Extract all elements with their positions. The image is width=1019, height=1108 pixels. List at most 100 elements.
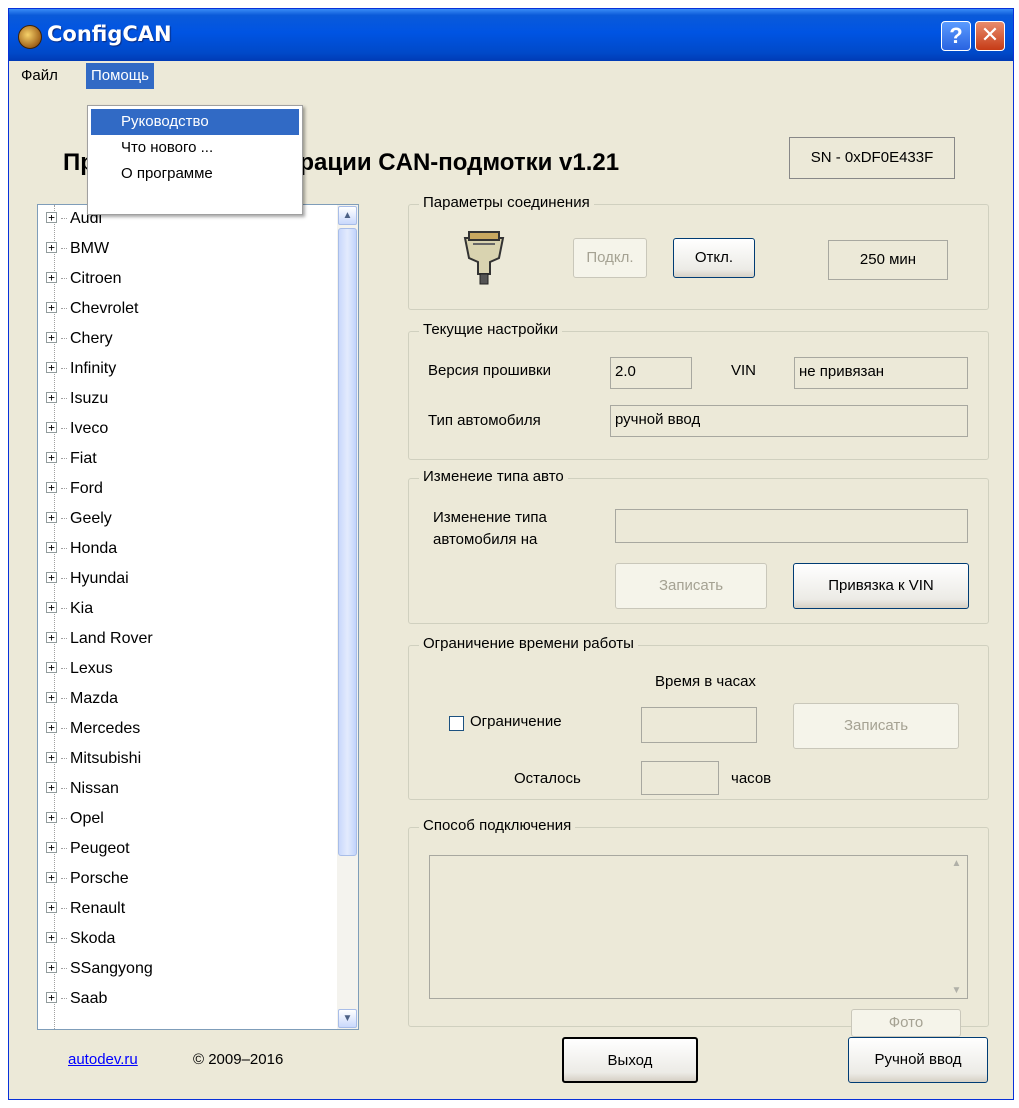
tree-item[interactable]: + Chevrolet <box>46 296 138 322</box>
tree-item[interactable]: + Fiat <box>46 446 97 472</box>
expand-plus-icon[interactable]: + <box>46 452 57 464</box>
close-icon[interactable]: ✕ <box>975 21 1005 51</box>
help-menu-item[interactable]: Что нового ... <box>88 135 302 161</box>
tree-item[interactable]: + Isuzu <box>46 386 108 412</box>
tree-item[interactable]: + Peugeot <box>46 836 130 862</box>
exit-button[interactable]: Выход <box>562 1037 698 1083</box>
tree-item[interactable]: + Infinity <box>46 356 116 382</box>
expand-plus-icon[interactable]: + <box>46 482 57 494</box>
title-bar[interactable]: ConfigCAN ? ✕ <box>9 9 1013 61</box>
tree-connector <box>61 878 67 880</box>
expand-plus-icon[interactable]: + <box>46 692 57 704</box>
expand-plus-icon[interactable]: + <box>46 302 57 314</box>
expand-plus-icon[interactable]: + <box>46 752 57 764</box>
menu-file[interactable]: Файл <box>16 63 63 89</box>
tree-connector <box>61 968 67 970</box>
limit-checkbox[interactable] <box>449 716 464 731</box>
expand-plus-icon[interactable]: + <box>46 542 57 554</box>
tree-item[interactable]: + Hyundai <box>46 566 129 592</box>
expand-plus-icon[interactable]: + <box>46 992 57 1004</box>
website-link[interactable]: autodev.ru <box>68 1051 138 1068</box>
tree-item[interactable]: + Geely <box>46 506 112 532</box>
write-car-type-button[interactable]: Записать <box>615 563 767 609</box>
expand-plus-icon[interactable]: + <box>46 512 57 524</box>
expand-plus-icon[interactable]: + <box>46 242 57 254</box>
tree-item[interactable]: + Mercedes <box>46 716 140 742</box>
expand-plus-icon[interactable]: + <box>46 812 57 824</box>
tree-item[interactable]: + Chery <box>46 326 113 352</box>
expand-plus-icon[interactable]: + <box>46 722 57 734</box>
expand-plus-icon[interactable]: + <box>46 332 57 344</box>
limit-label[interactable]: Ограничение <box>470 713 562 730</box>
tree-connector <box>61 428 67 430</box>
tree-connector <box>61 698 67 700</box>
expand-plus-icon[interactable]: + <box>46 422 57 434</box>
tree-item[interactable]: + Porsche <box>46 866 129 892</box>
help-menu-item[interactable]: О программе <box>88 161 302 187</box>
memo-scroll-up-icon[interactable]: ▲ <box>947 858 966 869</box>
help-menu-item[interactable]: Руководство <box>91 109 299 135</box>
tree-item[interactable]: + Skoda <box>46 926 115 952</box>
car-type-label: Тип автомобиля <box>428 412 541 429</box>
manual-input-button[interactable]: Ручной ввод <box>848 1037 988 1083</box>
tree-connector <box>61 848 67 850</box>
expand-plus-icon[interactable]: + <box>46 272 57 284</box>
menu-help[interactable]: Помощь <box>86 63 154 89</box>
tree-item[interactable]: + Honda <box>46 536 117 562</box>
tree-connector <box>61 788 67 790</box>
current-settings-group: Текущие настройки <box>408 321 989 460</box>
memo-scroll-down-icon[interactable]: ▼ <box>947 985 966 996</box>
tree-item[interactable]: + Mitsubishi <box>46 746 141 772</box>
hours-input[interactable] <box>641 707 757 743</box>
photo-button[interactable]: Фото <box>851 1009 961 1037</box>
tree-item[interactable]: + Ford <box>46 476 103 502</box>
expand-plus-icon[interactable]: + <box>46 392 57 404</box>
tree-item-label: BMW <box>70 240 110 257</box>
firmware-version-field: 2.0 <box>610 357 692 389</box>
tree-item[interactable]: + SSangyong <box>46 956 153 982</box>
expand-plus-icon[interactable]: + <box>46 602 57 614</box>
connect-button[interactable]: Подкл. <box>573 238 647 278</box>
expand-plus-icon[interactable]: + <box>46 962 57 974</box>
expand-plus-icon[interactable]: + <box>46 872 57 884</box>
expand-plus-icon[interactable]: + <box>46 212 57 224</box>
tree-item[interactable]: + Opel <box>46 806 104 832</box>
tree-item[interactable]: + Citroen <box>46 266 122 292</box>
help-question-icon[interactable]: ? <box>941 21 971 51</box>
expand-plus-icon[interactable]: + <box>46 362 57 374</box>
scroll-down-arrow-icon[interactable]: ▼ <box>338 1009 357 1028</box>
tree-item-label: Saab <box>70 990 108 1007</box>
expand-plus-icon[interactable]: + <box>46 782 57 794</box>
new-car-type-field[interactable] <box>615 509 968 543</box>
tree-item[interactable]: + Saab <box>46 986 107 1012</box>
car-brand-tree[interactable]: + Audi + BMW + Citroen + Chevrolet + Chery + Infini… <box>37 204 359 1030</box>
expand-plus-icon[interactable]: + <box>46 572 57 584</box>
tree-item[interactable]: + Iveco <box>46 416 108 442</box>
tree-item[interactable]: + Kia <box>46 596 93 622</box>
expand-plus-icon[interactable]: + <box>46 632 57 644</box>
tree-item[interactable]: + Lexus <box>46 656 113 682</box>
disconnect-button[interactable]: Откл. <box>673 238 755 278</box>
expand-plus-icon[interactable]: + <box>46 842 57 854</box>
tree-connector <box>61 518 67 520</box>
tree-item[interactable]: + Renault <box>46 896 125 922</box>
scroll-up-arrow-icon[interactable]: ▲ <box>338 206 357 225</box>
tree-item[interactable]: + BMW <box>46 236 109 262</box>
serial-number-display: SN - 0xDF0E433F <box>789 137 955 179</box>
scroll-thumb[interactable] <box>338 228 357 856</box>
memo-scrollbar[interactable]: ▲ ▼ <box>946 856 967 998</box>
expand-plus-icon[interactable]: + <box>46 932 57 944</box>
tree-item-label: Geely <box>70 510 112 527</box>
connection-method-memo[interactable]: ▲ ▼ <box>429 855 968 999</box>
write-time-limit-button[interactable]: Записать <box>793 703 959 749</box>
tree-item[interactable]: + Land Rover <box>46 626 153 652</box>
tree-connector <box>61 248 67 250</box>
tree-scrollbar[interactable]: ▲ ▼ <box>337 205 358 1029</box>
tree-item-label: Iveco <box>70 420 109 437</box>
expand-plus-icon[interactable]: + <box>46 902 57 914</box>
tree-item[interactable]: + Nissan <box>46 776 119 802</box>
bind-to-vin-button[interactable]: Привязка к VIN <box>793 563 969 609</box>
expand-plus-icon[interactable]: + <box>46 662 57 674</box>
tree-item[interactable]: + Mazda <box>46 686 118 712</box>
group-title: Ограничение времени работы <box>419 635 638 652</box>
